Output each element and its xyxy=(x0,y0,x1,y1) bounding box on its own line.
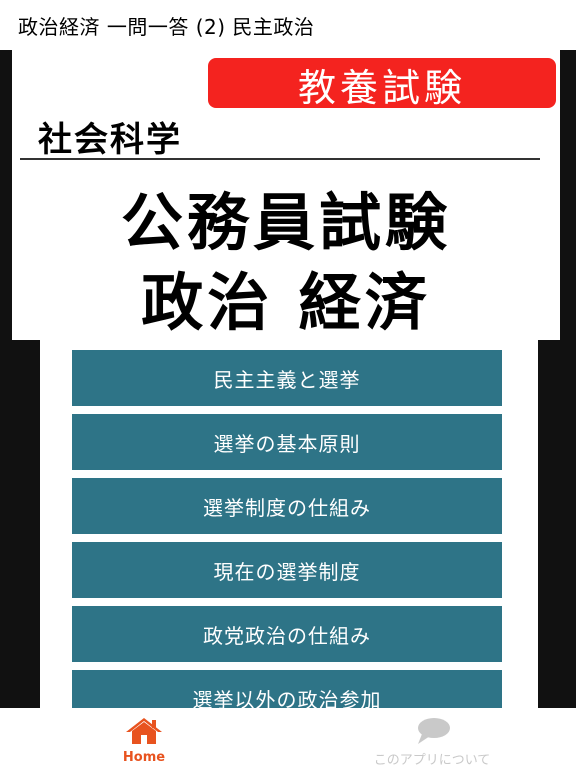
app-root: 政治経済 一問一答 (2) 民主政治 教養試験 社会科学 公務員試験 政治 経済… xyxy=(0,0,576,768)
home-icon xyxy=(122,714,166,748)
chapter-menu: 民主主義と選挙 選挙の基本原則 選挙制度の仕組み 現在の選挙制度 政党政治の仕組… xyxy=(40,340,538,708)
bottom-tab-bar: Home このアプリについて xyxy=(0,708,576,768)
tab-home-label: Home xyxy=(122,750,166,765)
menu-item-election-principles[interactable]: 選挙の基本原則 xyxy=(72,414,502,470)
tab-about-app[interactable]: このアプリについて xyxy=(346,708,518,768)
cover-headline-2: 政治 経済 xyxy=(141,266,431,339)
subject-label: 社会科学 xyxy=(38,120,182,160)
cover-headline-1: 公務員試験 xyxy=(120,186,451,259)
page-title: 政治経済 一問一答 (2) 民主政治 xyxy=(18,14,315,39)
tab-home[interactable]: Home xyxy=(104,708,184,768)
tab-about-label: このアプリについて xyxy=(373,753,491,768)
menu-item-election-system-mechanics[interactable]: 選挙制度の仕組み xyxy=(72,478,502,534)
divider xyxy=(20,158,540,160)
app-title-bar: 政治経済 一問一答 (2) 民主政治 xyxy=(0,0,576,50)
menu-item-party-politics[interactable]: 政党政治の仕組み xyxy=(72,606,502,662)
menu-item-non-election-participation[interactable]: 選挙以外の政治参加 xyxy=(72,670,502,708)
speech-bubble-icon xyxy=(410,714,454,747)
menu-item-democracy-elections[interactable]: 民主主義と選挙 xyxy=(72,350,502,406)
exam-type-badge: 教養試験 xyxy=(208,58,556,110)
menu-item-current-election-system[interactable]: 現在の選挙制度 xyxy=(72,542,502,598)
cover-image: 教養試験 社会科学 公務員試験 政治 経済 xyxy=(12,50,560,340)
